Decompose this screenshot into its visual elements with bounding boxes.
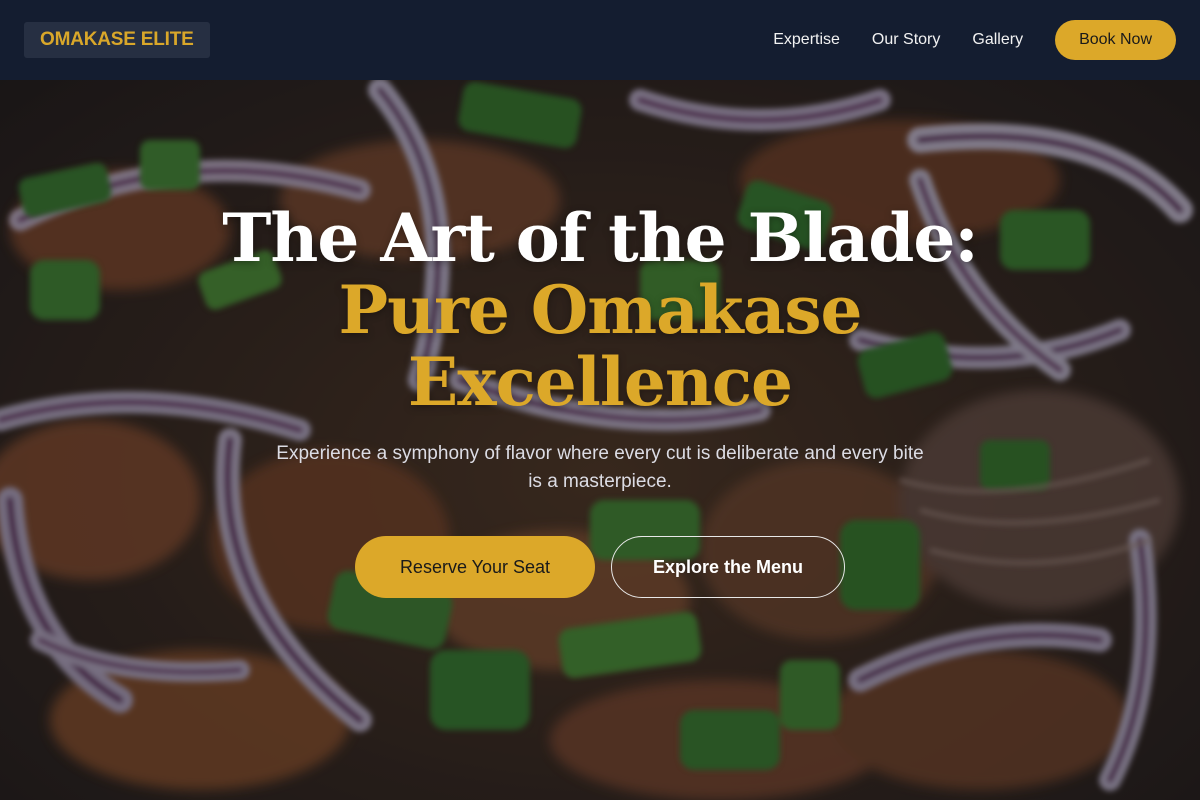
nav-link-our-story[interactable]: Our Story bbox=[872, 31, 940, 49]
nav-menu: Expertise Our Story Gallery Book Now bbox=[773, 20, 1176, 60]
reserve-seat-button[interactable]: Reserve Your Seat bbox=[355, 536, 595, 598]
explore-menu-button[interactable]: Explore the Menu bbox=[611, 536, 845, 598]
brand-logo[interactable]: OMAKASE ELITE bbox=[24, 22, 210, 58]
hero-title-highlight: Pure Omakase Excellence bbox=[338, 271, 862, 421]
navbar: OMAKASE ELITE Expertise Our Story Galler… bbox=[0, 0, 1200, 80]
hero-title: The Art of the Blade: Pure Omakase Excel… bbox=[222, 199, 978, 421]
hero-subtitle: Experience a symphony of flavor where ev… bbox=[276, 443, 924, 492]
nav-link-expertise[interactable]: Expertise bbox=[773, 31, 840, 49]
hero-section: The Art of the Blade: Pure Omakase Excel… bbox=[0, 80, 1200, 800]
book-now-button[interactable]: Book Now bbox=[1055, 20, 1176, 60]
hero-title-line-1: The Art of the Blade: bbox=[222, 199, 978, 277]
hero-cta-group: Reserve Your Seat Explore the Menu bbox=[355, 536, 845, 598]
hero-content: The Art of the Blade: Pure Omakase Excel… bbox=[0, 80, 1200, 800]
nav-link-gallery[interactable]: Gallery bbox=[972, 31, 1023, 49]
